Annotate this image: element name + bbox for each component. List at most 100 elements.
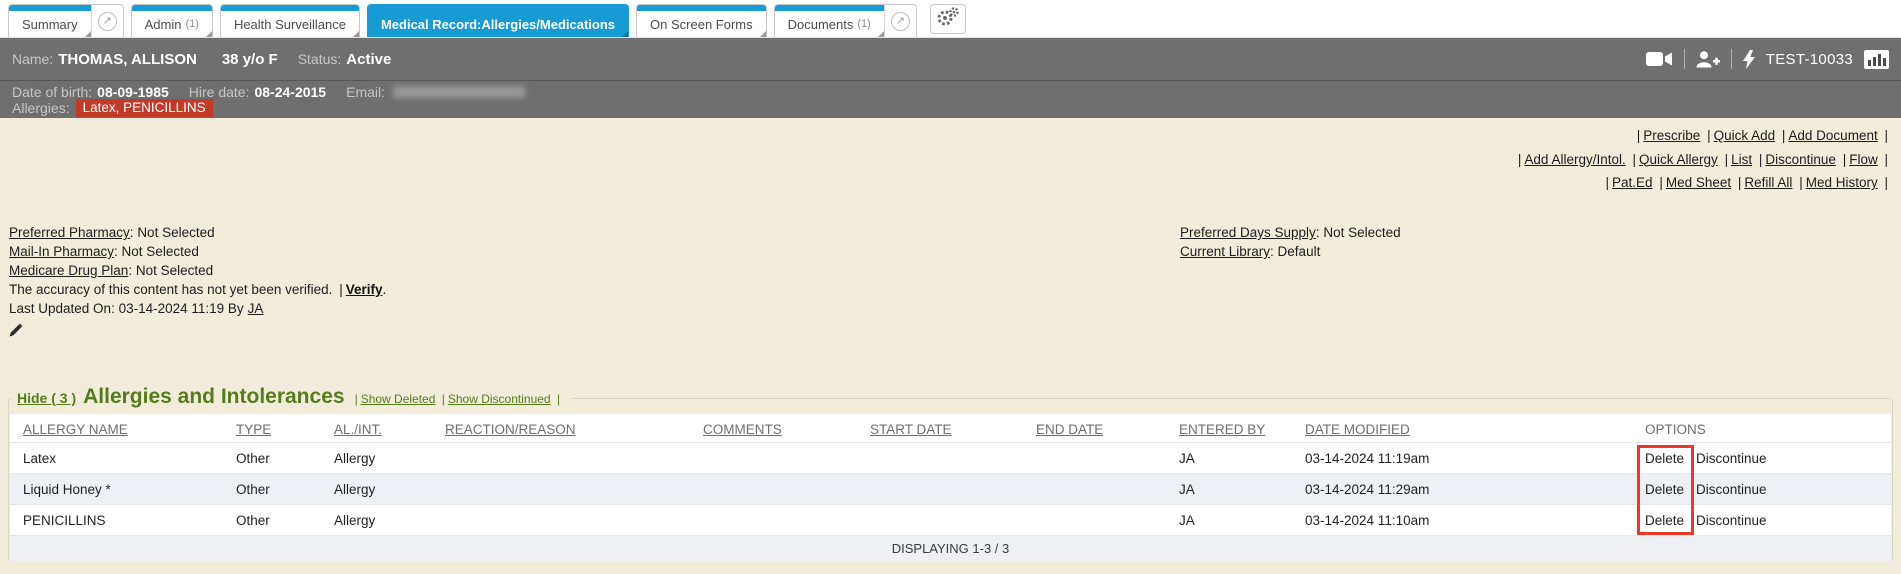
video-call-button[interactable] [1646,51,1673,67]
tab-bar: Summary ↗ Admin(1) Health Surveillance M… [0,0,1901,38]
cell-comments [695,474,862,505]
quick-allergy-link[interactable]: Quick Allergy [1639,152,1718,167]
show-deleted-link[interactable]: Show Deleted [361,392,436,406]
separator: | [1884,152,1888,167]
tab-summary-popout-button[interactable]: ↗ [91,5,123,37]
current-library-link[interactable]: Current Library [1180,244,1270,259]
pat-ed-link[interactable]: Pat.Ed [1612,175,1653,190]
email-label: Email: [346,84,385,100]
delete-row-button[interactable]: Delete [1645,482,1684,497]
cell-date-modified: 03-14-2024 11:10am [1297,505,1637,536]
tab-fold-decoration [760,31,766,37]
popout-arrow-icon: ↗ [98,12,117,31]
refill-all-link[interactable]: Refill All [1744,175,1792,190]
cell-start-date [862,474,1028,505]
add-document-link[interactable]: Add Document [1788,128,1877,143]
table-row-penicillins: PENICILLINS Other Allergy JA 03-14-2024 … [10,505,1891,536]
col-header-start-date[interactable]: START DATE [862,414,1028,443]
separator: | [355,392,358,406]
quick-actions-button[interactable] [1743,50,1755,69]
days-supply-link[interactable]: Preferred Days Supply [1180,225,1316,240]
tab-health-surveillance[interactable]: Health Surveillance [220,4,360,37]
video-camera-icon [1646,51,1673,67]
show-discontinued-link[interactable]: Show Discontinued [448,392,551,406]
col-header-allergy-name[interactable]: ALLERGY NAME [10,414,228,443]
allergies-alert-badge[interactable]: Latex, PENICILLINS [76,99,213,117]
col-header-date-modified[interactable]: DATE MODIFIED [1297,414,1637,443]
separator: : [128,263,136,278]
preferred-pharmacy-value: Not Selected [137,225,214,240]
cell-type: Other [228,505,326,536]
allergies-table-panel: ALLERGY NAME TYPE AL./INT. REACTION/REAS… [10,414,1891,559]
delete-row-button[interactable]: Delete [1645,451,1684,466]
discontinue-row-button[interactable]: Discontinue [1696,513,1767,528]
patient-header: Name: THOMAS, ALLISON 38 y/o F Status: A… [0,38,1901,118]
patient-header-row3: Allergies: Latex, PENICILLINS [0,99,1901,117]
col-header-entered-by[interactable]: ENTERED BY [1171,414,1297,443]
add-person-button[interactable] [1696,51,1720,68]
patient-header-toolbar: TEST-10033 [1646,49,1889,69]
patient-status: Active [346,51,391,68]
tab-summary[interactable]: Summary ↗ [8,4,124,37]
separator: | [1518,152,1522,167]
discontinue-row-button[interactable]: Discontinue [1696,482,1767,497]
cell-entered-by: JA [1171,474,1297,505]
tab-admin-label: Admin [145,17,182,32]
separator: : [1270,244,1278,259]
cell-type: Other [228,443,326,474]
col-header-al-int[interactable]: AL./INT. [326,414,437,443]
tab-admin[interactable]: Admin(1) [131,4,213,37]
tab-documents-popout-button[interactable]: ↗ [884,5,916,37]
paging-status: DISPLAYING 1-3 / 3 [10,536,1891,563]
chart-button[interactable] [1864,50,1889,69]
status-label: Status: [298,51,342,67]
updated-by-link[interactable]: JA [248,301,264,316]
separator: | [1633,152,1637,167]
tab-medical-record-allergies-medications[interactable]: Medical Record:Allergies/Medications [367,4,629,37]
separator: | [1843,152,1847,167]
list-link[interactable]: List [1731,152,1752,167]
cell-date-modified: 03-14-2024 11:19am [1297,443,1637,474]
patient-dob: 08-09-1985 [97,84,169,100]
ehr-allergies-page: Summary ↗ Admin(1) Health Surveillance M… [0,0,1901,574]
verify-link[interactable]: Verify [346,282,383,297]
add-allergy-intol-link[interactable]: Add Allergy/Intol. [1524,152,1625,167]
cell-al-int: Allergy [326,443,437,474]
discontinue-link[interactable]: Discontinue [1765,152,1836,167]
settings-button[interactable] [930,4,966,34]
cell-comments [695,505,862,536]
col-header-end-date[interactable]: END DATE [1028,414,1171,443]
cell-start-date [862,505,1028,536]
cell-end-date [1028,474,1171,505]
tab-on-screen-forms[interactable]: On Screen Forms [636,4,767,37]
col-header-options: OPTIONS [1637,414,1891,443]
prescribe-link[interactable]: Prescribe [1643,128,1700,143]
hide-section-link[interactable]: Hide ( 3 ) [17,390,76,406]
cell-comments [695,443,862,474]
discontinue-row-button[interactable]: Discontinue [1696,451,1767,466]
toolbar-divider [1731,49,1732,69]
separator: | [1799,175,1803,190]
quick-add-link[interactable]: Quick Add [1714,128,1776,143]
section-title: Allergies and Intolerances [83,385,344,409]
tab-documents[interactable]: Documents(1) ↗ [774,4,917,37]
separator: | [1884,128,1888,143]
medicare-plan-link[interactable]: Medicare Drug Plan [9,263,128,278]
edit-button[interactable] [9,323,386,342]
flow-link[interactable]: Flow [1849,152,1878,167]
cell-al-int: Allergy [326,474,437,505]
preferred-pharmacy-link[interactable]: Preferred Pharmacy [9,225,130,240]
patient-header-row1: Name: THOMAS, ALLISON 38 y/o F Status: A… [0,38,1901,81]
col-header-reaction-reason[interactable]: REACTION/REASON [437,414,695,443]
name-label: Name: [12,51,53,67]
med-history-link[interactable]: Med History [1806,175,1878,190]
mailin-pharmacy-link[interactable]: Mail-In Pharmacy [9,244,114,259]
med-sheet-link[interactable]: Med Sheet [1666,175,1731,190]
col-header-comments[interactable]: COMMENTS [695,414,862,443]
delete-row-button[interactable]: Delete [1645,513,1684,528]
current-library-value: Default [1278,244,1321,259]
table-row-liquid-honey: Liquid Honey * Other Allergy JA 03-14-20… [10,474,1891,505]
cell-reaction [437,474,695,505]
col-header-type[interactable]: TYPE [228,414,326,443]
toolbar-divider [1684,49,1685,69]
